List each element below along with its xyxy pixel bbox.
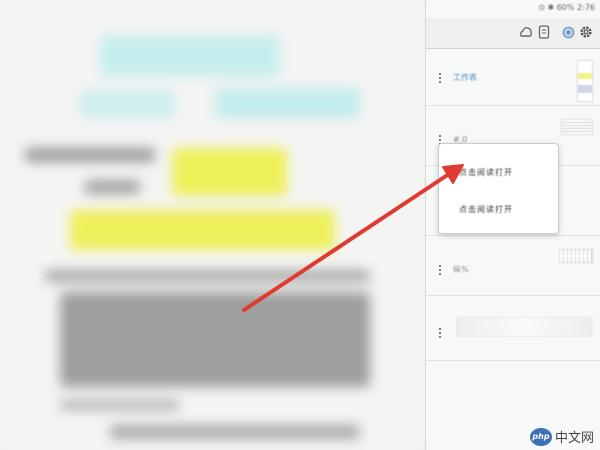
doc-highlight-wide: [70, 210, 335, 250]
panel-toolbar: [426, 18, 600, 49]
doc-text-line: [25, 148, 155, 162]
doc-subheading-left: [80, 90, 175, 118]
tablet-icon[interactable]: [536, 24, 552, 40]
dropdown-popup: 点击阅读打开 点击阅读打开: [438, 143, 559, 234]
doc-paragraph: [60, 400, 180, 410]
doc-paragraph: [60, 292, 370, 387]
status-bar: ⊙ ✱ 60% 2:76: [426, 0, 600, 20]
blurred-document: [0, 0, 425, 450]
gear-icon[interactable]: [578, 24, 594, 40]
row-thumbnail: [561, 119, 593, 135]
row-label: 工作表: [453, 73, 477, 82]
panel-row[interactable]: 工作表: [426, 50, 600, 106]
panel-row[interactable]: 纵%: [426, 235, 600, 296]
watermark: php 中文网: [529, 427, 594, 446]
doc-paragraph: [110, 425, 360, 439]
doc-paragraph: [45, 270, 370, 282]
row-thumbnail: [577, 60, 593, 102]
panel-row[interactable]: [426, 295, 600, 361]
watermark-logo: php: [529, 427, 552, 446]
popup-menu-item[interactable]: 点击阅读打开: [459, 167, 513, 178]
drag-handle-icon[interactable]: [439, 328, 442, 340]
row-thumbnail: [559, 249, 593, 263]
doc-subheading-right: [215, 88, 360, 118]
row-thumbnail: [456, 317, 593, 337]
cloud-icon[interactable]: [518, 24, 534, 40]
drag-handle-icon[interactable]: [439, 265, 442, 277]
row-label: 纵%: [453, 265, 469, 274]
doc-highlight-small: [172, 148, 287, 196]
popup-menu-item[interactable]: 点击阅读打开: [459, 204, 513, 215]
status-text: ⊙ ✱ 60% 2:76: [538, 3, 595, 12]
doc-heading-block: [100, 35, 280, 77]
doc-text-line: [85, 180, 140, 194]
watermark-text: 中文网: [554, 431, 594, 446]
target-icon[interactable]: [560, 24, 576, 40]
drag-handle-icon[interactable]: [439, 73, 442, 85]
